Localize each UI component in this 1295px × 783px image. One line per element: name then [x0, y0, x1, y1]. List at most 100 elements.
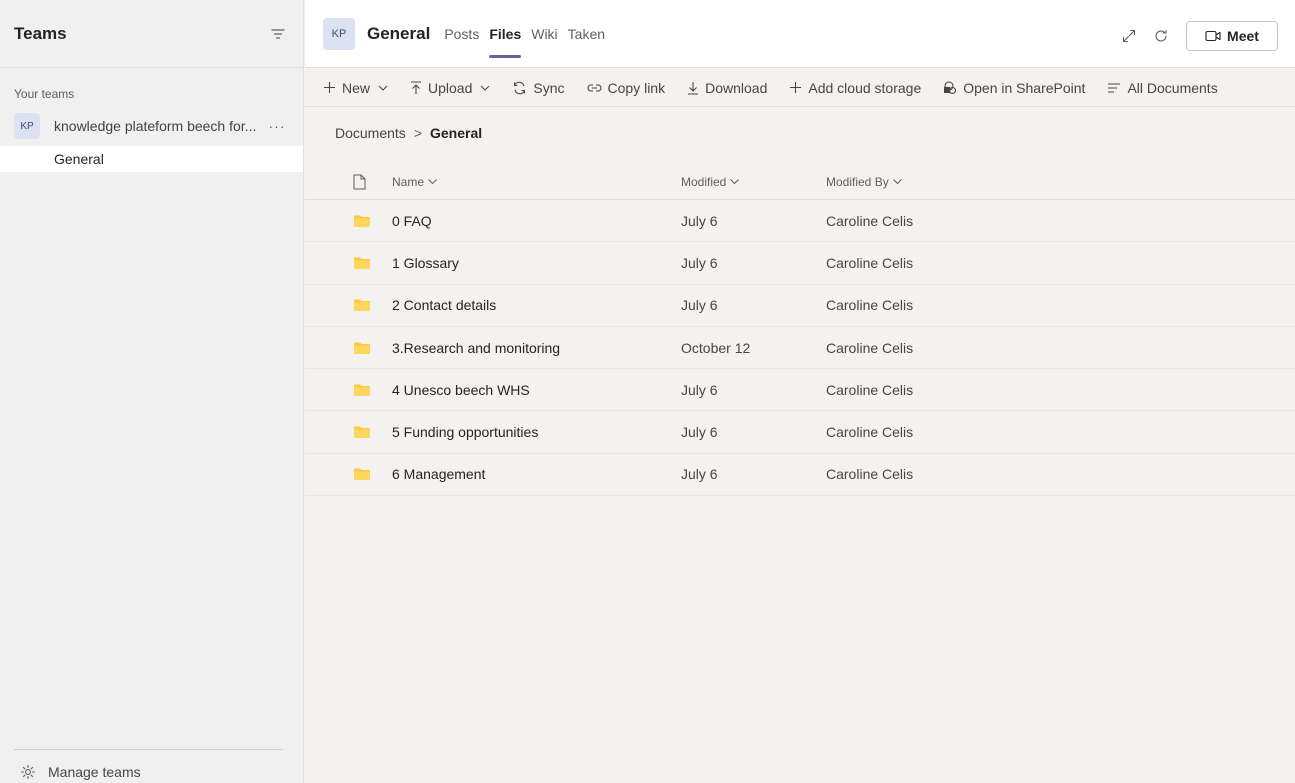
table-header: Name Modified Modified By: [305, 164, 1295, 200]
modified-by-header-label: Modified By: [826, 174, 889, 189]
download-icon: [688, 81, 699, 95]
file-modified: October 12: [681, 339, 751, 356]
chevron-down-icon: [378, 85, 388, 91]
video-camera-icon: [1205, 30, 1221, 42]
add-cloud-storage-label: Add cloud storage: [808, 79, 922, 96]
file-name[interactable]: 4 Unesco beech WHS: [392, 382, 681, 398]
folder-icon: [305, 341, 392, 355]
table-row[interactable]: 0 FAQ July 6 Caroline Celis: [305, 200, 1295, 243]
copy-link-label: Copy link: [607, 79, 666, 96]
file-modified-by: Caroline Celis: [826, 254, 914, 271]
file-name[interactable]: 6 Management: [392, 466, 681, 482]
chevron-down-icon: [481, 85, 490, 91]
name-column-header[interactable]: Name: [392, 175, 681, 189]
file-modified: July 6: [681, 212, 718, 229]
table-row[interactable]: 1 Glossary July 6 Caroline Celis: [305, 242, 1295, 285]
team-name: knowledge plateform beech for...: [54, 118, 257, 134]
folder-icon: [305, 467, 392, 481]
file-name[interactable]: 2 Contact details: [392, 297, 681, 313]
chevron-down-icon: [730, 179, 740, 184]
open-in-sharepoint-button[interactable]: Open in SharePoint: [943, 80, 1085, 96]
expand-icon[interactable]: [1116, 23, 1142, 49]
all-documents-button[interactable]: All Documents: [1107, 79, 1218, 96]
channel-header: KP General Posts Files Wiki Taken Meet: [305, 0, 1295, 68]
modified-header-label: Modified: [681, 174, 727, 189]
meet-button[interactable]: Meet: [1186, 21, 1278, 51]
file-modified-by: Caroline Celis: [826, 297, 914, 314]
manage-teams-label: Manage teams: [48, 764, 141, 780]
file-name[interactable]: 5 Funding opportunities: [392, 424, 681, 440]
link-icon: [587, 83, 601, 92]
sidebar-title: Teams: [14, 23, 67, 43]
file-modified-by: Caroline Celis: [826, 339, 914, 356]
header-actions: Meet: [1116, 21, 1278, 51]
folder-icon: [305, 214, 392, 228]
channel-item-general[interactable]: General: [0, 146, 303, 172]
table-row[interactable]: 6 Management July 6 Caroline Celis: [305, 454, 1295, 497]
sync-button[interactable]: Sync: [512, 79, 565, 96]
file-table: Name Modified Modified By 0 FAQ July 6 C…: [305, 164, 1295, 497]
meet-label: Meet: [1227, 28, 1259, 44]
sync-icon: [514, 81, 526, 94]
plus-icon: [790, 82, 802, 93]
file-modified: July 6: [681, 254, 718, 271]
your-teams-label: Your teams: [14, 87, 75, 101]
tab-taken[interactable]: Taken: [568, 0, 605, 68]
download-label: Download: [705, 79, 768, 96]
team-item[interactable]: KP knowledge plateform beech for... ···: [0, 112, 303, 140]
name-header-label: Name: [392, 174, 425, 189]
filter-icon[interactable]: [269, 25, 287, 43]
gear-icon: [20, 764, 36, 780]
folder-icon: [305, 383, 392, 397]
files-toolbar: New Upload Sync Copy link Download Add c…: [305, 69, 1295, 107]
sidebar-header: Teams: [0, 0, 303, 68]
copy-link-button[interactable]: Copy link: [587, 79, 666, 96]
upload-button[interactable]: Upload: [410, 80, 490, 96]
file-modified-by: Caroline Celis: [826, 381, 914, 398]
breadcrumb-documents[interactable]: Documents: [335, 125, 406, 141]
tab-posts[interactable]: Posts: [444, 0, 479, 68]
download-button[interactable]: Download: [687, 80, 767, 96]
file-modified: July 6: [681, 466, 718, 483]
channel-title: General: [367, 23, 431, 43]
document-icon: [353, 174, 366, 189]
breadcrumb-separator: >: [413, 125, 422, 141]
table-row[interactable]: 5 Funding opportunities July 6 Caroline …: [305, 411, 1295, 454]
sidebar-divider: [14, 749, 283, 750]
manage-teams-button[interactable]: Manage teams: [20, 764, 141, 780]
file-modified: July 6: [681, 424, 718, 441]
add-cloud-storage-button[interactable]: Add cloud storage: [789, 80, 921, 96]
file-name[interactable]: 3.Research and monitoring: [392, 340, 681, 356]
table-row[interactable]: 3.Research and monitoring October 12 Car…: [305, 327, 1295, 370]
breadcrumb-general: General: [430, 125, 483, 141]
folder-icon: [305, 425, 392, 439]
chevron-down-icon: [892, 179, 902, 184]
more-options-icon[interactable]: ···: [265, 118, 289, 134]
file-modified-by: Caroline Celis: [826, 466, 914, 483]
table-row[interactable]: 2 Contact details July 6 Caroline Celis: [305, 285, 1295, 327]
file-name[interactable]: 1 Glossary: [392, 255, 681, 271]
file-modified: July 6: [681, 297, 718, 314]
upload-label: Upload: [428, 79, 473, 96]
tab-files[interactable]: Files: [489, 0, 521, 68]
table-row[interactable]: 4 Unesco beech WHS July 6 Caroline Celis: [305, 369, 1295, 412]
folder-icon: [305, 256, 392, 270]
refresh-icon[interactable]: [1148, 23, 1174, 49]
upload-icon: [411, 80, 422, 94]
all-documents-label: All Documents: [1127, 79, 1218, 96]
plus-icon: [324, 82, 335, 93]
folder-icon: [305, 298, 392, 312]
modified-column-header[interactable]: Modified: [681, 175, 826, 189]
sync-label: Sync: [533, 79, 565, 96]
sidebar: Teams Your teams KP knowledge plateform …: [0, 0, 304, 783]
tab-wiki[interactable]: Wiki: [531, 0, 557, 68]
file-type-header[interactable]: [305, 174, 392, 190]
modified-by-column-header[interactable]: Modified By: [826, 175, 1295, 189]
team-avatar: KP: [14, 113, 40, 139]
new-button[interactable]: New: [323, 80, 388, 96]
chevron-down-icon: [428, 179, 437, 184]
file-modified: July 6: [681, 381, 718, 398]
new-label: New: [342, 79, 371, 96]
file-modified-by: Caroline Celis: [826, 424, 914, 441]
file-name[interactable]: 0 FAQ: [392, 213, 681, 229]
